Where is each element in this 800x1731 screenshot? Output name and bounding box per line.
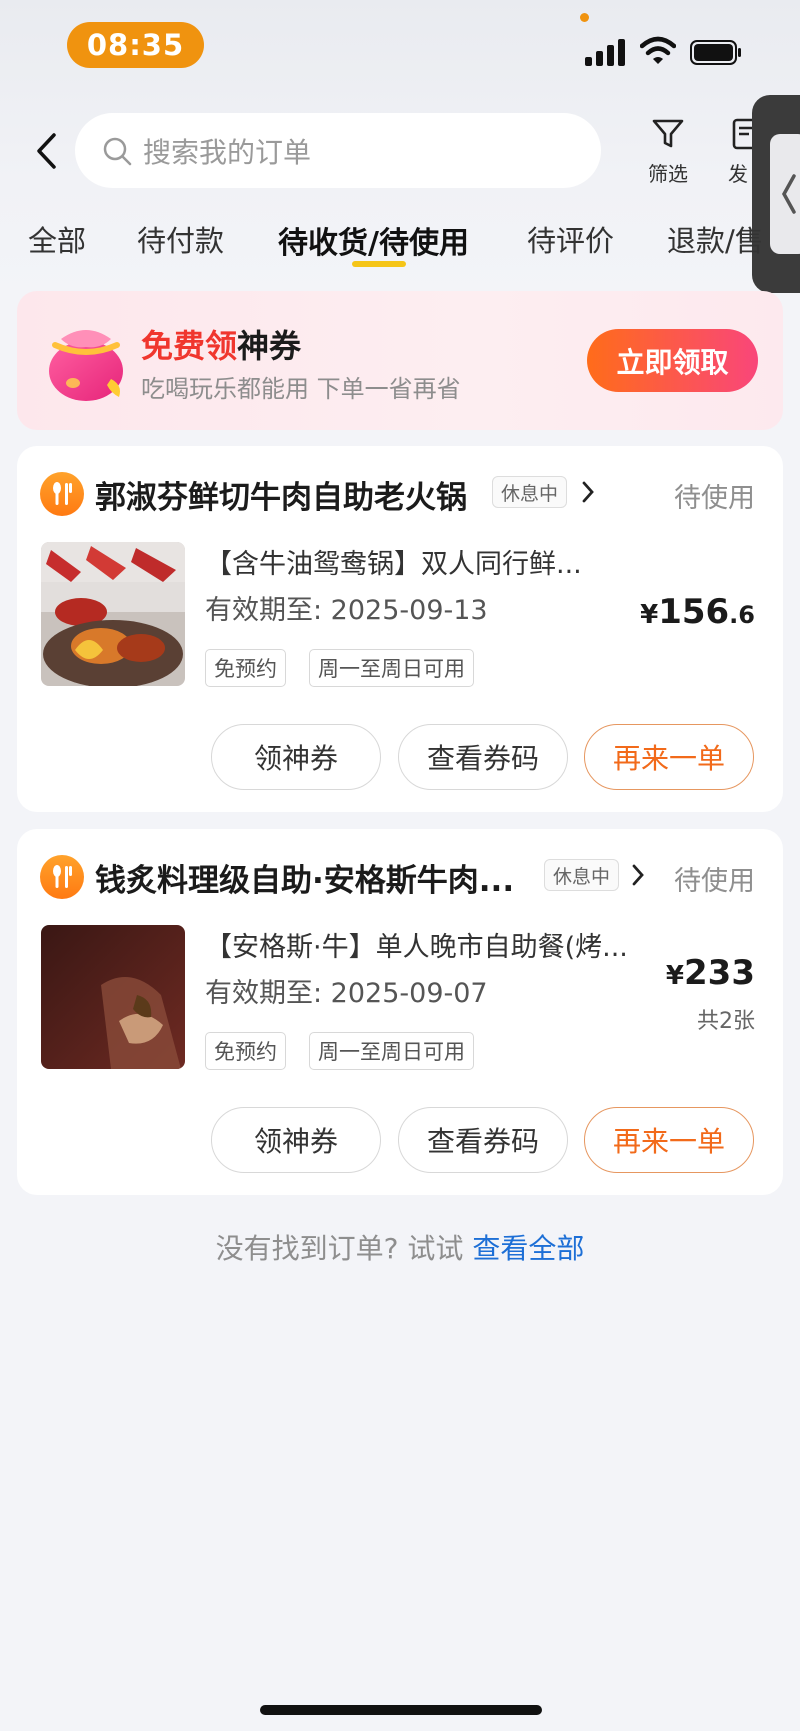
no-order-tip: 没有找到订单? 试试 查看全部 (0, 1227, 800, 1267)
price-symbol: ¥ (665, 961, 685, 991)
active-tab-indicator (352, 261, 406, 267)
back-button[interactable] (28, 128, 64, 174)
status-time: 08:35 (67, 22, 204, 68)
tab-all[interactable]: 全部 (28, 218, 86, 260)
search-icon (103, 137, 132, 165)
search-input[interactable]: 搜索我的订单 (75, 113, 601, 188)
shop-name[interactable]: 郭淑芬鲜切牛肉自助老火锅 (95, 472, 467, 517)
tab-refund[interactable]: 退款/售 (667, 218, 764, 260)
tab-to-review[interactable]: 待评价 (527, 218, 614, 260)
tag-no-reservation: 免预约 (205, 649, 286, 687)
cellular-signal-icon (585, 38, 627, 66)
closed-badge: 休息中 (544, 859, 620, 891)
price-symbol: ¥ (640, 600, 659, 630)
get-coupon-button[interactable]: 领神券 (211, 1107, 381, 1173)
deal-title[interactable]: 【安格斯·牛】单人晚市自助餐(烤... (205, 925, 628, 964)
wifi-icon (640, 36, 676, 64)
tag-available-days: 周一至周日可用 (309, 649, 474, 687)
get-coupon-button[interactable]: 领神券 (211, 724, 381, 790)
chevron-right-icon[interactable] (580, 480, 596, 504)
tab-pending-payment[interactable]: 待付款 (137, 218, 224, 260)
order-status: 待使用 (674, 866, 755, 897)
view-all-link[interactable]: 查看全部 (472, 1232, 584, 1265)
coupon-bag-icon (49, 330, 123, 401)
deal-thumbnail[interactable] (41, 925, 185, 1069)
home-indicator[interactable] (260, 1705, 542, 1715)
deal-thumbnail[interactable] (41, 542, 185, 686)
view-code-button[interactable]: 查看券码 (398, 1107, 568, 1173)
chevron-left-icon (781, 174, 796, 214)
deal-title[interactable]: 【含牛油鸳鸯锅】双人同行鲜... (205, 542, 582, 581)
valid-until: 有效期至: 2025-09-07 (205, 978, 488, 1009)
banner-title-highlight: 免费领 (141, 327, 238, 365)
battery-icon (690, 40, 741, 65)
price-decimal: .6 (729, 601, 755, 629)
reorder-button[interactable]: 再来一单 (584, 1107, 754, 1173)
view-code-button[interactable]: 查看券码 (398, 724, 568, 790)
search-placeholder: 搜索我的订单 (143, 135, 312, 169)
order-card[interactable]: 郭淑芬鲜切牛肉自助老火锅 休息中 待使用 【含牛油鸳鸯锅】双人同行鲜... 有效… (17, 446, 783, 812)
coupon-banner[interactable]: 免费领神券 吃喝玩乐都能用 下单一省再省 立即领取 (17, 291, 783, 430)
order-card[interactable]: 钱炙料理级自助·安格斯牛肉... 休息中 待使用 【安格斯·牛】单人晚市自助餐(… (17, 829, 783, 1195)
banner-subtitle: 吃喝玩乐都能用 下单一省再省 (141, 375, 461, 403)
order-price: ¥233 (666, 953, 755, 993)
restaurant-icon (40, 472, 84, 516)
tag-available-days: 周一至周日可用 (309, 1032, 474, 1070)
reorder-button[interactable]: 再来一单 (584, 724, 754, 790)
order-price: ¥156.6 (640, 592, 755, 632)
price-integer: 156 (658, 592, 730, 632)
filter-button[interactable]: 筛选 (640, 116, 696, 187)
order-status: 待使用 (674, 483, 755, 514)
shop-name[interactable]: 钱炙料理级自助·安格斯牛肉... (95, 855, 514, 900)
filter-funnel-icon (652, 119, 684, 148)
tab-to-receive-use[interactable]: 待收货/待使用 (278, 218, 469, 262)
tag-no-reservation: 免预约 (205, 1032, 286, 1070)
restaurant-icon (40, 855, 84, 899)
closed-badge: 休息中 (492, 476, 568, 508)
filter-label: 筛选 (648, 162, 688, 186)
banner-title-rest: 神券 (237, 327, 302, 365)
chevron-right-icon[interactable] (630, 863, 646, 887)
privacy-indicator-dot (580, 13, 589, 22)
claim-coupon-button[interactable]: 立即领取 (587, 329, 758, 392)
valid-until: 有效期至: 2025-09-13 (205, 595, 488, 626)
price-integer: 233 (684, 953, 755, 993)
voucher-count: 共2张 (697, 1009, 755, 1034)
chevron-left-icon (37, 133, 56, 169)
banner-title: 免费领神券 (141, 321, 301, 367)
no-order-tip-text: 没有找到订单? 试试 (215, 1232, 473, 1265)
